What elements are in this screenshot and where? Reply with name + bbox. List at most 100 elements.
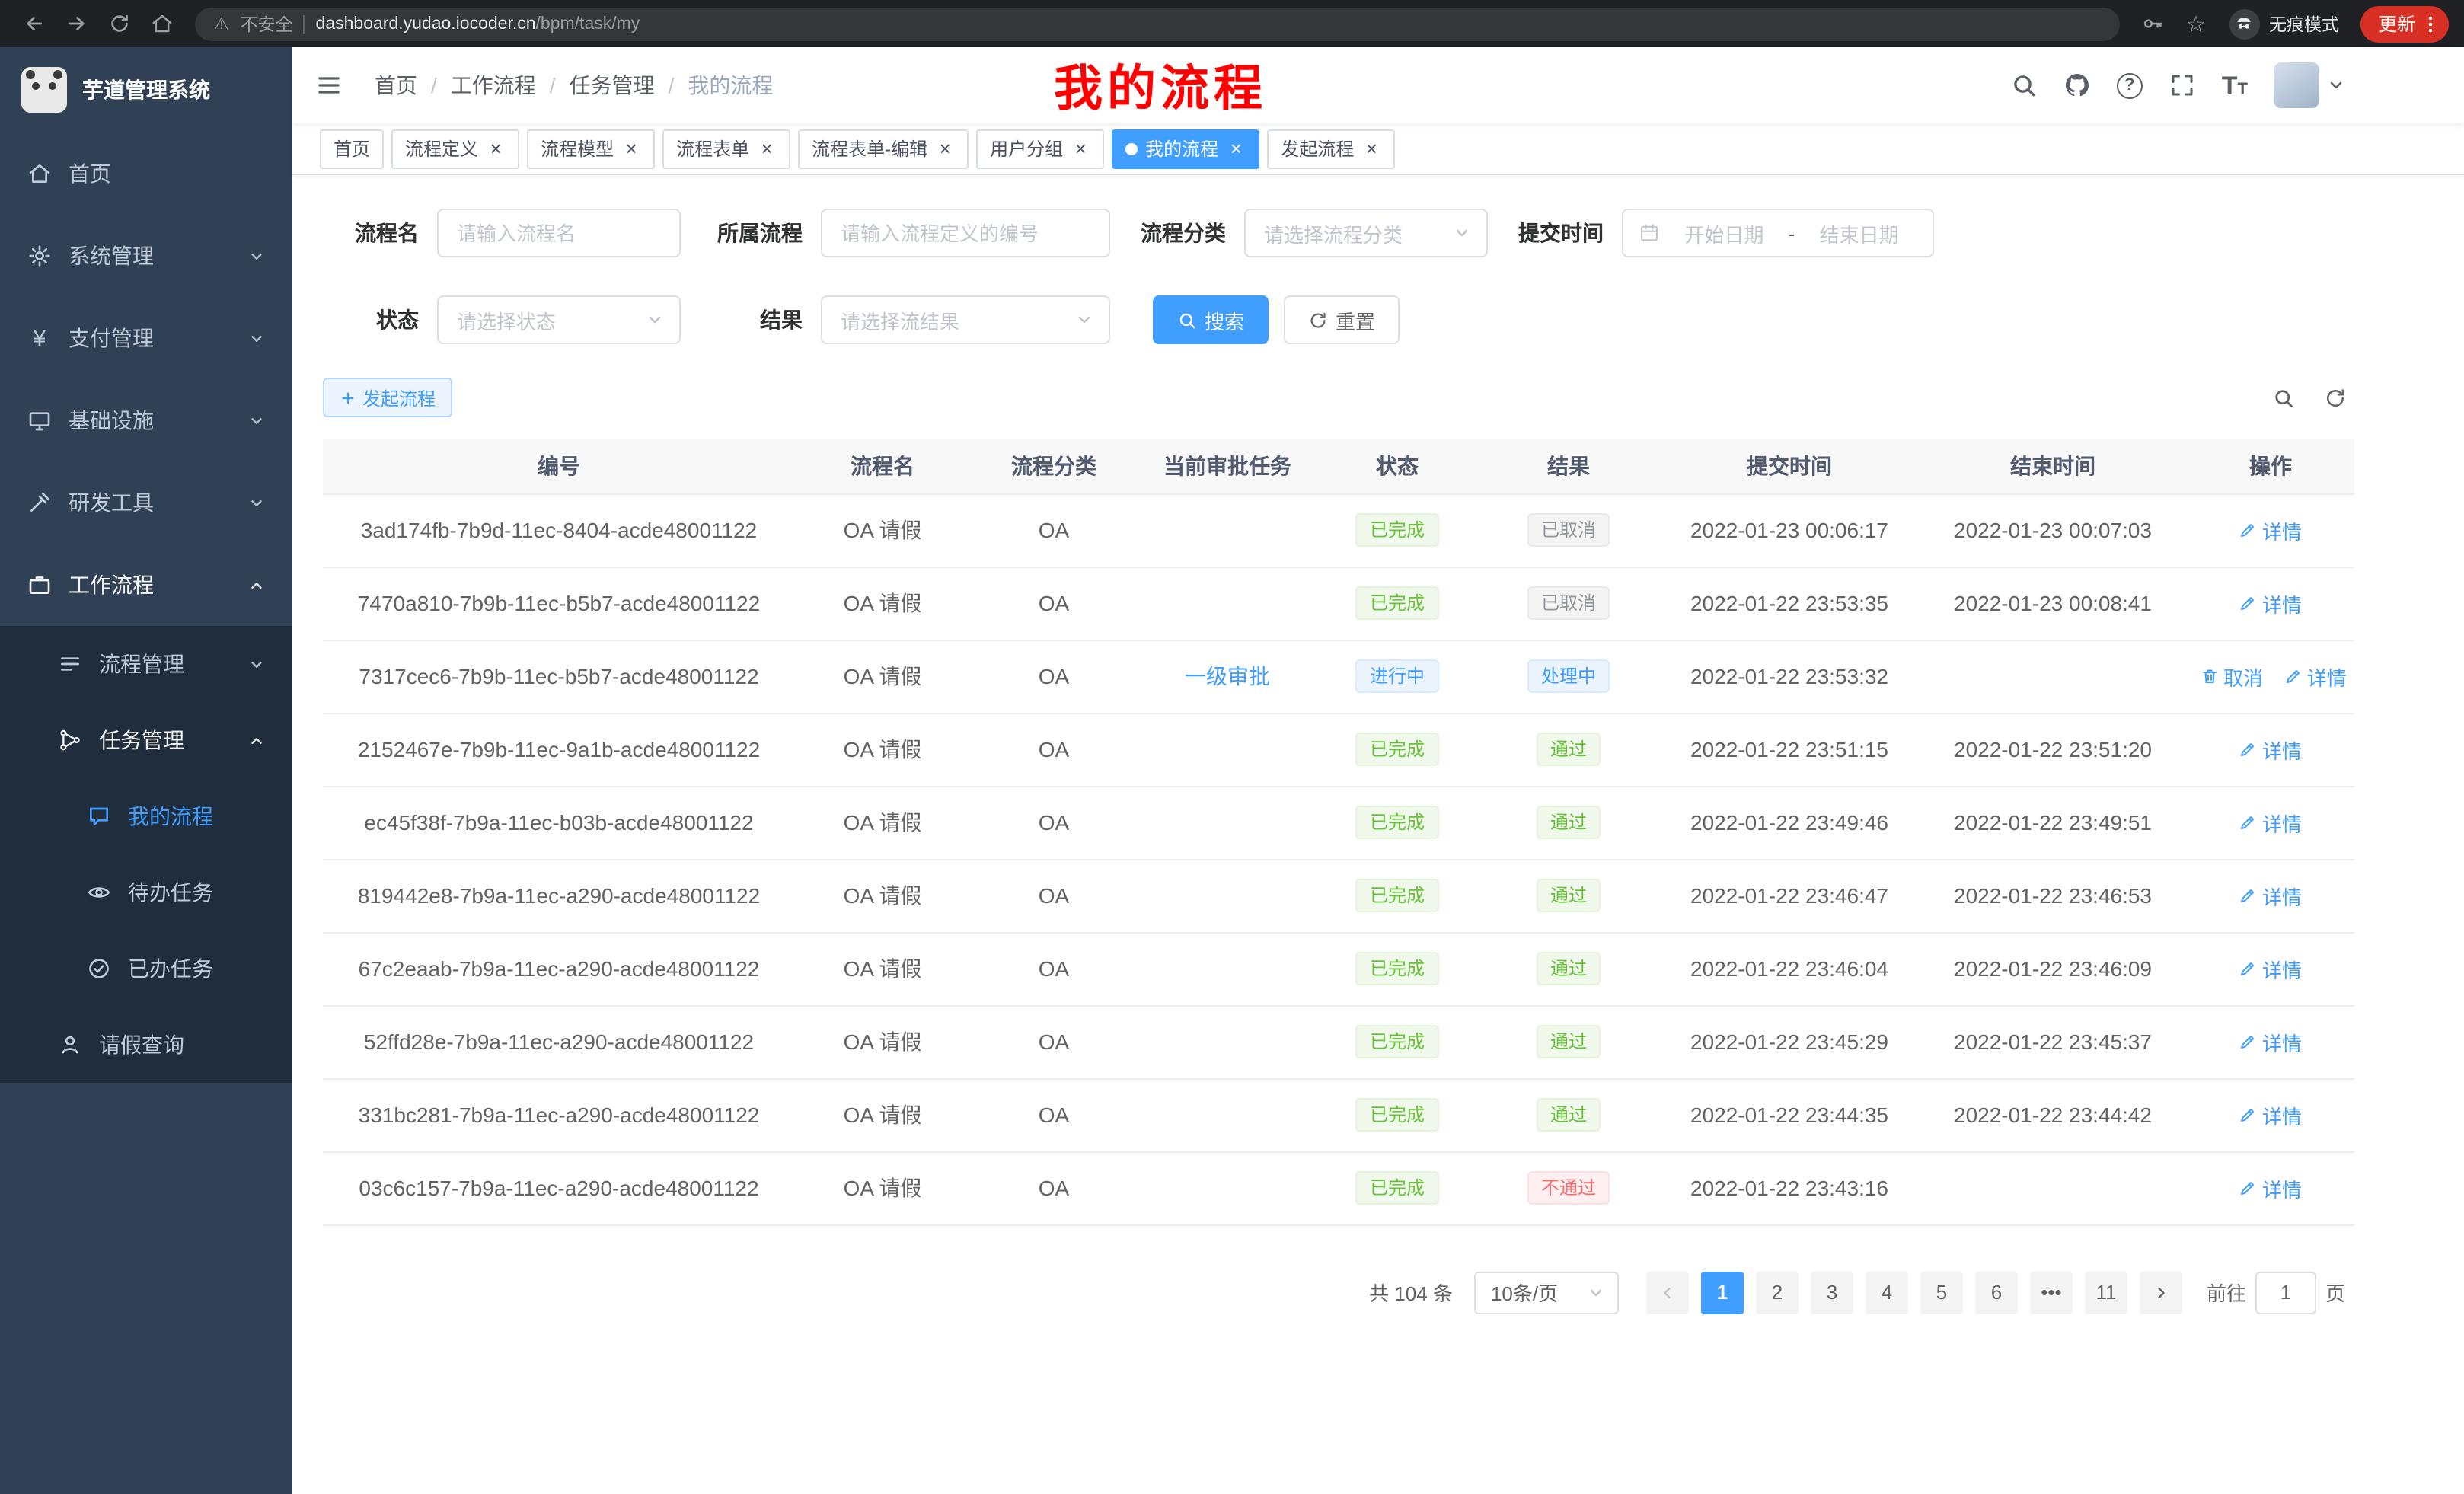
- browser-forward-icon[interactable]: [58, 5, 94, 42]
- detail-link[interactable]: 详情: [2284, 662, 2347, 691]
- detail-link[interactable]: 详情: [2239, 589, 2302, 618]
- browser-back-icon[interactable]: [15, 5, 52, 42]
- cancel-link[interactable]: 取消: [2201, 662, 2263, 691]
- sidebar-item-infra[interactable]: 基础设施: [0, 379, 292, 461]
- page-button-1[interactable]: 1: [1701, 1271, 1744, 1314]
- update-button[interactable]: 更新: [2360, 5, 2449, 42]
- help-icon[interactable]: ?: [2117, 72, 2143, 98]
- end-time: 2022-01-22 23:46:53: [1954, 883, 2152, 908]
- sidebar-item-leave-query[interactable]: 请假查询: [0, 1007, 292, 1083]
- close-icon[interactable]: ×: [935, 139, 955, 158]
- toggle-search-icon[interactable]: [2263, 378, 2303, 417]
- sidebar-item-devtools[interactable]: 研发工具: [0, 461, 292, 544]
- result-badge: 通过: [1537, 1098, 1601, 1132]
- bookmark-star-icon[interactable]: ☆: [2178, 5, 2214, 42]
- sidebar-item-workflow[interactable]: 工作流程: [0, 544, 292, 626]
- create-process-button[interactable]: 发起流程: [323, 378, 452, 417]
- detail-link[interactable]: 详情: [2239, 1027, 2302, 1056]
- detail-link[interactable]: 详情: [2239, 516, 2302, 544]
- detail-link[interactable]: 详情: [2239, 881, 2302, 910]
- refresh-table-icon[interactable]: [2315, 378, 2354, 417]
- status-badge: 进行中: [1356, 659, 1438, 693]
- font-size-icon[interactable]: TT: [2222, 72, 2248, 98]
- goto-page-input[interactable]: [2255, 1271, 2316, 1314]
- tab-start-process[interactable]: 发起流程×: [1267, 129, 1395, 168]
- tab-my-process[interactable]: 我的流程×: [1112, 129, 1259, 168]
- next-page-button[interactable]: [2140, 1271, 2182, 1314]
- page-button-2[interactable]: 2: [1756, 1271, 1799, 1314]
- submit-time-label: 提交时间: [1518, 218, 1622, 248]
- sidebar-item-payment[interactable]: ¥ 支付管理: [0, 297, 292, 379]
- address-bar[interactable]: ⚠ 不安全 dashboard.yudao.iocoder.cn/bpm/tas…: [195, 7, 2120, 40]
- password-key-icon[interactable]: [2135, 5, 2172, 42]
- browser-home-icon[interactable]: [143, 5, 180, 42]
- process-category: OA: [1039, 883, 1069, 908]
- sidebar-item-done-tasks[interactable]: 已办任务: [0, 931, 292, 1007]
- create-process-label: 发起流程: [362, 385, 436, 410]
- tab-process-model[interactable]: 流程模型×: [527, 129, 655, 168]
- tab-process-form[interactable]: 流程表单×: [662, 129, 790, 168]
- status-select[interactable]: 请选择状态: [437, 295, 681, 344]
- close-icon[interactable]: ×: [621, 139, 641, 158]
- chevron-left-icon: [1658, 1283, 1677, 1301]
- sidebar-item-home[interactable]: 首页: [0, 132, 292, 215]
- result-label: 结果: [711, 305, 821, 335]
- search-icon[interactable]: [2010, 72, 2038, 99]
- github-icon[interactable]: [2063, 72, 2091, 99]
- sidebar-item-task-management[interactable]: 任务管理: [0, 702, 292, 778]
- result-select[interactable]: 请选择流结果: [821, 295, 1110, 344]
- breadcrumb-item[interactable]: 工作流程: [451, 70, 536, 101]
- sidebar-item-todo-tasks[interactable]: 待办任务: [0, 854, 292, 931]
- column-header: 提交时间: [1660, 439, 1919, 493]
- page-button-5[interactable]: 5: [1920, 1271, 1963, 1314]
- process-name-input[interactable]: [437, 209, 681, 257]
- submit-time-range-picker[interactable]: 开始日期 - 结束日期: [1622, 209, 1934, 257]
- sidebar-item-my-process[interactable]: 我的流程: [0, 778, 292, 854]
- detail-link[interactable]: 详情: [2239, 808, 2302, 837]
- tab-process-form-edit[interactable]: 流程表单-编辑×: [798, 129, 969, 168]
- page-button-6[interactable]: 6: [1975, 1271, 2018, 1314]
- close-icon[interactable]: ×: [1361, 139, 1381, 158]
- page-button-11[interactable]: 11: [2085, 1271, 2127, 1314]
- close-icon[interactable]: ×: [757, 139, 777, 158]
- sidebar-item-label: 已办任务: [128, 953, 213, 984]
- tab-process-definition[interactable]: 流程定义×: [391, 129, 519, 168]
- edit-icon: [2239, 521, 2258, 539]
- detail-link[interactable]: 详情: [2239, 1100, 2302, 1129]
- tab-label: 用户分组: [990, 136, 1063, 161]
- tab-user-group[interactable]: 用户分组 ×: [976, 129, 1104, 168]
- detail-link[interactable]: 详情: [2239, 735, 2302, 764]
- detail-link[interactable]: 详情: [2239, 954, 2302, 983]
- page-button-3[interactable]: 3: [1811, 1271, 1853, 1314]
- column-header: 流程名: [795, 439, 970, 493]
- search-button[interactable]: 搜索: [1153, 295, 1269, 344]
- status-badge: 已完成: [1356, 879, 1438, 912]
- more-pages-button[interactable]: •••: [2030, 1271, 2073, 1314]
- current-task-link[interactable]: 一级审批: [1185, 664, 1270, 688]
- page-size-select[interactable]: 10条/页: [1474, 1271, 1619, 1314]
- chevron-down-icon: [248, 494, 265, 511]
- detail-link[interactable]: 详情: [2239, 1173, 2302, 1202]
- tab-home[interactable]: 首页: [320, 129, 384, 168]
- avatar[interactable]: [2274, 62, 2319, 108]
- browser-menu-icon[interactable]: [2420, 13, 2441, 34]
- sidebar-item-process-management[interactable]: 流程管理: [0, 626, 292, 702]
- reset-button[interactable]: 重置: [1284, 295, 1400, 344]
- close-icon[interactable]: ×: [1226, 139, 1246, 158]
- process-definition-input[interactable]: [821, 209, 1110, 257]
- fullscreen-icon[interactable]: [2169, 72, 2196, 99]
- close-icon[interactable]: ×: [486, 139, 506, 158]
- user-menu[interactable]: [2274, 62, 2345, 108]
- edit-icon: [2284, 667, 2303, 685]
- close-icon[interactable]: ×: [1071, 139, 1090, 158]
- browser-reload-icon[interactable]: [101, 5, 137, 42]
- prev-page-button[interactable]: [1646, 1271, 1689, 1314]
- sidebar-item-system[interactable]: 系统管理: [0, 215, 292, 297]
- hamburger-icon[interactable]: [292, 47, 365, 123]
- breadcrumb-item[interactable]: 首页: [375, 70, 417, 101]
- breadcrumb-item[interactable]: 任务管理: [570, 70, 655, 101]
- page-button-4[interactable]: 4: [1866, 1271, 1908, 1314]
- result-badge: 已取消: [1527, 586, 1610, 620]
- category-select[interactable]: 请选择流程分类: [1244, 209, 1488, 257]
- sidebar-menu: 首页 系统管理 ¥ 支付管理 基础设施: [0, 132, 292, 1083]
